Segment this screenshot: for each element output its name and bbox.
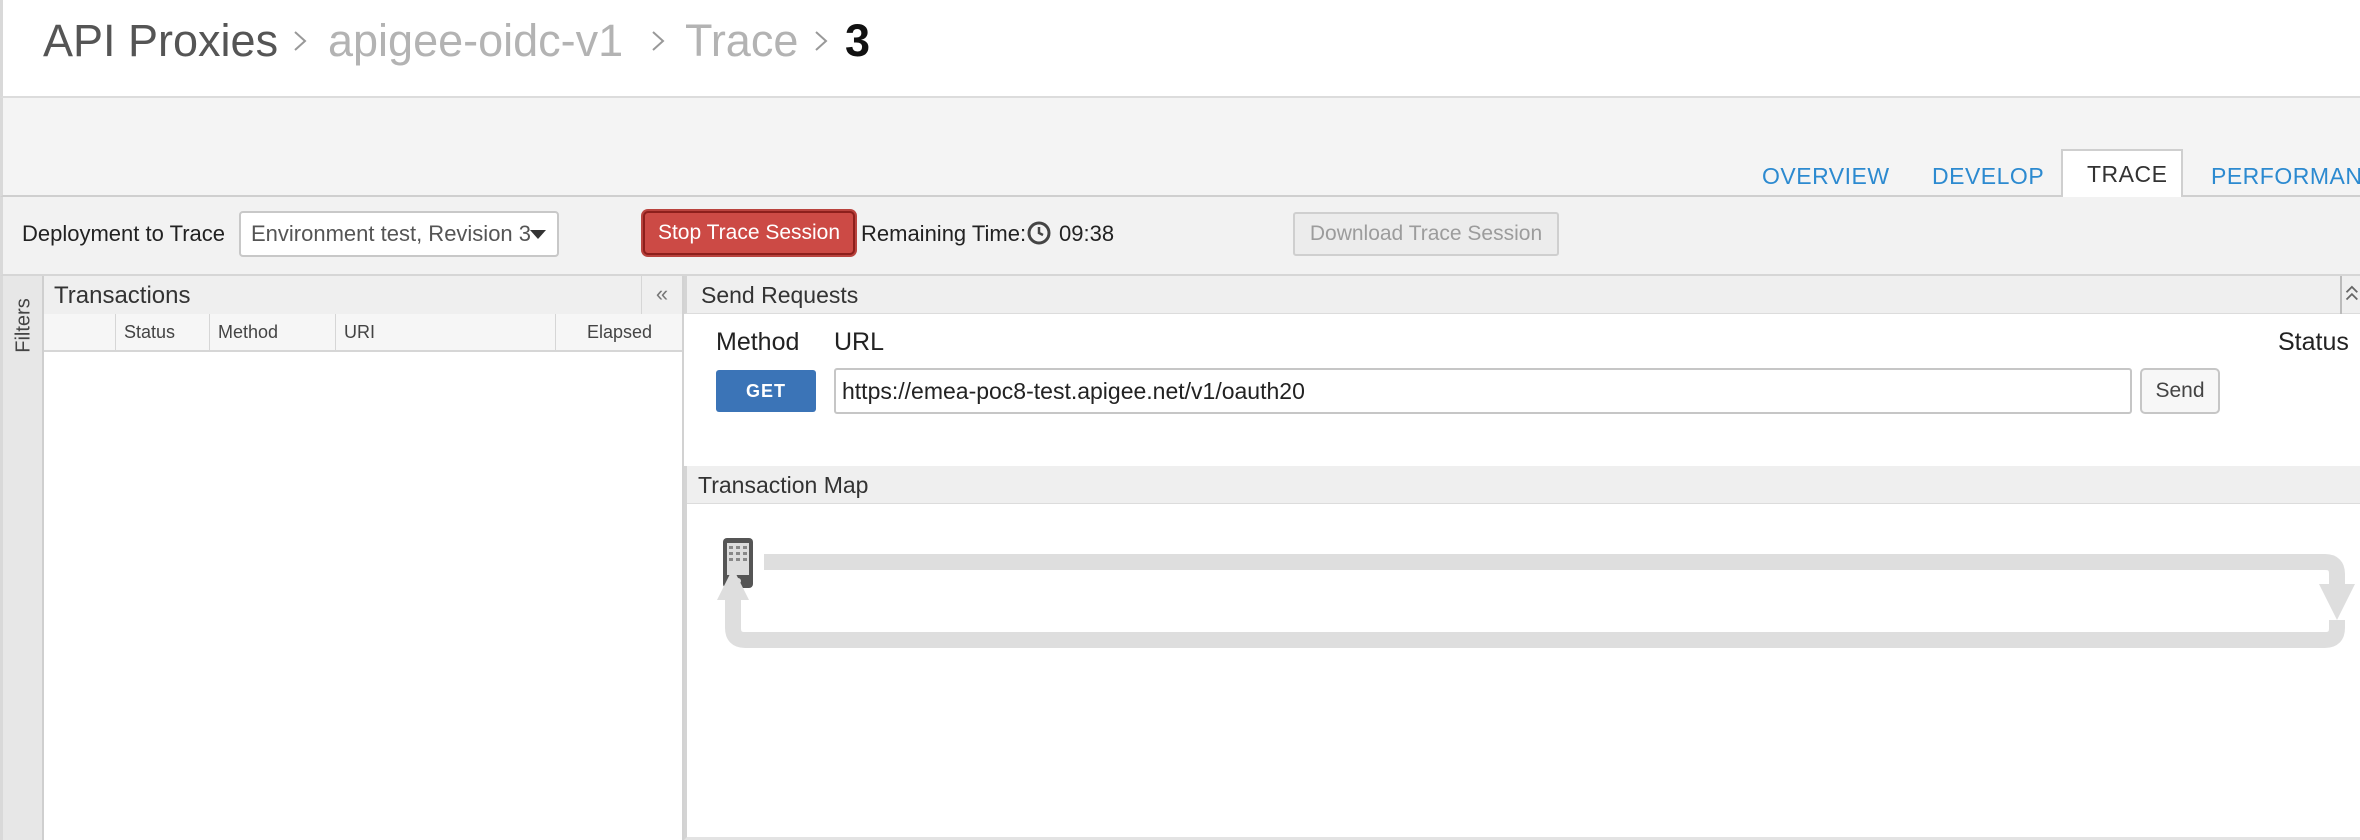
transaction-map-panel: Transaction Map (684, 466, 2360, 840)
double-chevron-left-icon: « (655, 281, 669, 306)
tab-develop[interactable]: DEVELOP (1932, 156, 2044, 196)
clock-icon (1027, 221, 1051, 245)
deployment-label: Deployment to Trace (22, 221, 225, 246)
arrow-down-icon (2319, 584, 2355, 620)
transaction-map-header: Transaction Map (687, 466, 2360, 504)
trace-toolbar: Deployment to Trace Environment test, Re… (0, 197, 2360, 276)
stop-trace-session-button[interactable]: Stop Trace Session (643, 211, 855, 255)
transaction-flow-diagram (717, 538, 2355, 648)
column-header-elapsed[interactable]: Elapsed (556, 314, 682, 350)
filters-panel-toggle[interactable]: Filters (0, 276, 44, 840)
transactions-panel: Transactions « Status Method URI Elapsed (44, 276, 684, 840)
send-requests-panel: Send Requests Method URL Status GET http… (684, 276, 2360, 466)
transactions-header: Transactions « (44, 276, 682, 315)
transactions-title: Transactions (54, 282, 191, 309)
collapse-panel-button[interactable]: « (641, 276, 682, 314)
response-flow-line (725, 598, 2345, 648)
page-header: API Proxies apigee-oidc-v1 Trace 3 (0, 0, 2360, 98)
method-label: Method (716, 328, 800, 356)
breadcrumb-api-proxies[interactable]: API Proxies (43, 14, 278, 68)
chevron-right-icon (285, 26, 315, 56)
column-header-uri[interactable]: URI (336, 314, 556, 350)
remaining-time-value: 09:38 (1059, 221, 1115, 246)
chevron-right-icon (806, 26, 836, 56)
column-header-method[interactable]: Method (210, 314, 336, 350)
breadcrumb-proxy-name[interactable]: apigee-oidc-v1 (328, 14, 623, 68)
method-get-button[interactable]: GET (716, 370, 816, 412)
transaction-map-title: Transaction Map (698, 472, 869, 498)
column-header-select[interactable] (44, 314, 116, 350)
url-label: URL (834, 328, 885, 356)
deployment-select[interactable]: Environment test, Revision 3 (239, 211, 559, 257)
url-input[interactable]: https://emea-poc8-test.apigee.net/v1/oau… (834, 368, 2132, 414)
request-flow-line (764, 554, 2345, 584)
download-trace-session-button[interactable]: Download Trace Session (1293, 212, 1559, 256)
column-header-status[interactable]: Status (116, 314, 210, 350)
send-button[interactable]: Send (2140, 368, 2220, 414)
tab-performance[interactable]: PERFORMANC (2211, 156, 2360, 196)
deployment-select-value: Environment test, Revision 3 (251, 221, 532, 246)
breadcrumb-revision: 3 (845, 15, 871, 66)
transactions-table-header: Status Method URI Elapsed (44, 314, 682, 352)
collapse-up-icon[interactable] (2340, 276, 2360, 314)
tab-bar: OVERVIEW DEVELOP TRACE PERFORMANC (0, 98, 2360, 197)
send-requests-header: Send Requests (684, 276, 2360, 314)
status-label: Status (2278, 328, 2349, 356)
filters-label: Filters (12, 298, 35, 353)
tab-overview[interactable]: OVERVIEW (1762, 156, 1890, 196)
tab-trace[interactable]: TRACE (2061, 149, 2183, 197)
caret-down-icon (530, 230, 546, 239)
remaining-time-label: Remaining Time: (861, 221, 1027, 246)
breadcrumb-trace[interactable]: Trace (685, 14, 798, 68)
chevron-right-icon (643, 26, 673, 56)
send-requests-title: Send Requests (701, 282, 859, 308)
